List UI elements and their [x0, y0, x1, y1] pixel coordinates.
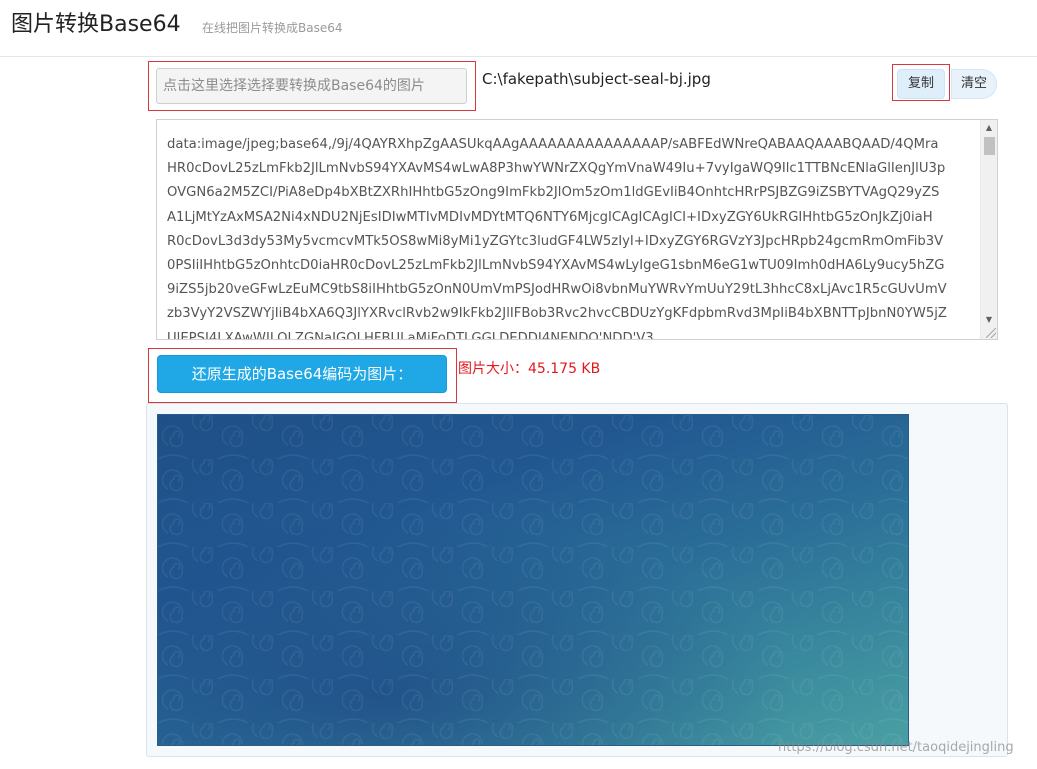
watermark-text: https://blog.csdn.net/taoqidejingling	[778, 740, 1014, 755]
base64-output-text[interactable]: data:image/jpeg;base64,/9j/4QAYRXhpZgAAS…	[167, 133, 977, 339]
page-title: 图片转换Base64	[11, 12, 181, 37]
scroll-thumb[interactable]	[984, 137, 995, 155]
resize-grip-icon[interactable]	[986, 328, 996, 338]
file-choose-button[interactable]: 点击这里选择选择要转换成Base64的图片	[156, 68, 467, 104]
page-header: 图片转换Base64 在线把图片转换成Base64	[0, 0, 1037, 57]
scroll-down-arrow-icon[interactable]: ▼	[981, 313, 997, 327]
cloud-pattern-icon	[158, 415, 908, 745]
textarea-scrollbar[interactable]: ▲ ▼	[980, 120, 997, 339]
image-size-label: 图片大小：45.175 KB	[458, 361, 601, 377]
scroll-up-arrow-icon[interactable]: ▲	[981, 121, 997, 135]
copy-button[interactable]: 复制	[897, 69, 945, 99]
base64-output-textarea[interactable]: data:image/jpeg;base64,/9j/4QAYRXhpZgAAS…	[156, 119, 998, 340]
restored-preview-image	[157, 414, 909, 746]
selected-file-path: C:\fakepath\subject-seal-bj.jpg	[482, 70, 711, 88]
restore-image-button[interactable]: 还原生成的Base64编码为图片：	[157, 355, 447, 393]
clear-button[interactable]: 清空	[951, 69, 997, 99]
page-subtitle: 在线把图片转换成Base64	[202, 21, 343, 35]
